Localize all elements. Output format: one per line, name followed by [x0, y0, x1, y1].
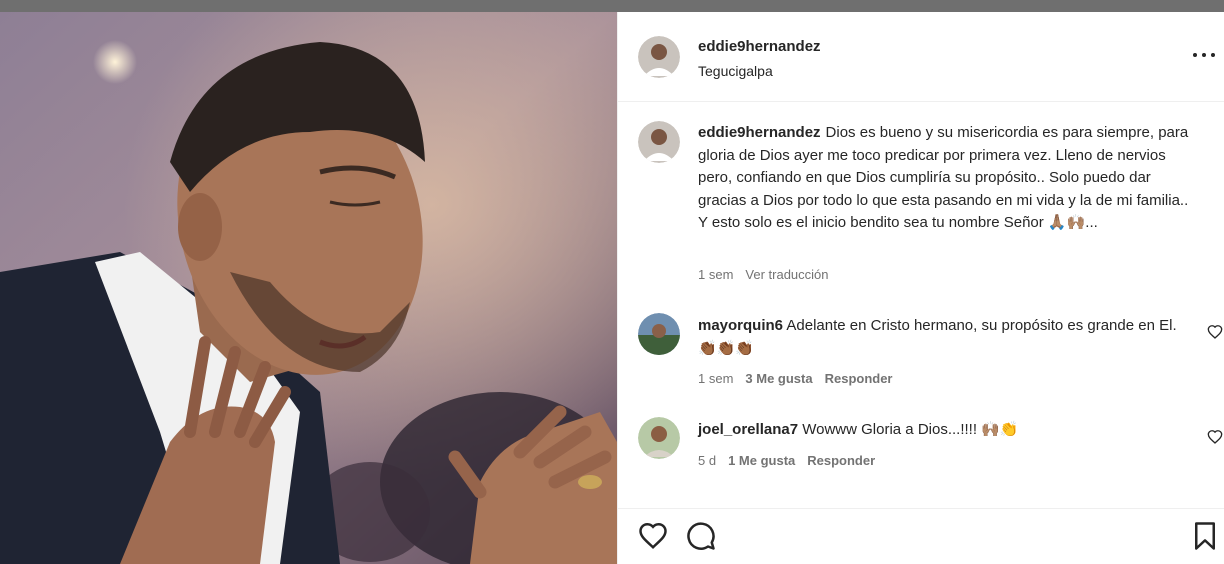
post-location[interactable]: Tegucigalpa: [698, 63, 773, 79]
heart-icon[interactable]: [1207, 324, 1223, 340]
caption-author-avatar[interactable]: [638, 121, 680, 163]
reply-button[interactable]: Responder: [807, 453, 875, 468]
browser-top-bar: [0, 0, 1224, 12]
comment-icon[interactable]: [686, 521, 716, 551]
commenter-avatar[interactable]: [638, 417, 680, 459]
comment-likes[interactable]: 1 Me gusta: [728, 453, 795, 468]
post-image[interactable]: [0, 12, 617, 564]
more-options-icon[interactable]: [1193, 46, 1215, 64]
comment-body: joel_orellana7 Wowww Gloria a Dios...!!!…: [698, 419, 1178, 442]
heart-icon[interactable]: [1207, 429, 1223, 445]
bookmark-icon[interactable]: [1190, 521, 1220, 551]
comment-meta: 5 d 1 Me gusta Responder: [698, 453, 875, 468]
commenter-username[interactable]: mayorquin6: [698, 317, 783, 334]
comment-likes[interactable]: 3 Me gusta: [745, 371, 812, 386]
commenter-username[interactable]: joel_orellana7: [698, 421, 798, 438]
author-username[interactable]: eddie9hernandez: [698, 38, 821, 55]
commenter-avatar[interactable]: [638, 313, 680, 355]
author-avatar[interactable]: [638, 36, 680, 78]
comment-time[interactable]: 1 sem: [698, 371, 733, 386]
heart-icon[interactable]: [638, 521, 668, 551]
post-action-bar: [618, 508, 1224, 564]
comment-time[interactable]: 5 d: [698, 453, 716, 468]
caption-username[interactable]: eddie9hernandez: [698, 124, 821, 141]
caption-time[interactable]: 1 sem: [698, 267, 733, 282]
post-details-panel: eddie9hernandez Tegucigalpa eddie9hernan…: [617, 12, 1224, 564]
post-caption: eddie9hernandez Dios es bueno y su miseri…: [698, 122, 1198, 235]
caption-meta: 1 sem Ver traducción: [698, 267, 829, 282]
reply-button[interactable]: Responder: [825, 371, 893, 386]
comment-text: Wowww Gloria a Dios...!!!! 🙌🏽👏: [802, 421, 1019, 438]
post-header: eddie9hernandez Tegucigalpa: [618, 12, 1224, 102]
translate-link[interactable]: Ver traducción: [745, 267, 828, 282]
comment-body: mayorquin6 Adelante en Cristo hermano, s…: [698, 315, 1178, 360]
comment-meta: 1 sem 3 Me gusta Responder: [698, 371, 893, 386]
